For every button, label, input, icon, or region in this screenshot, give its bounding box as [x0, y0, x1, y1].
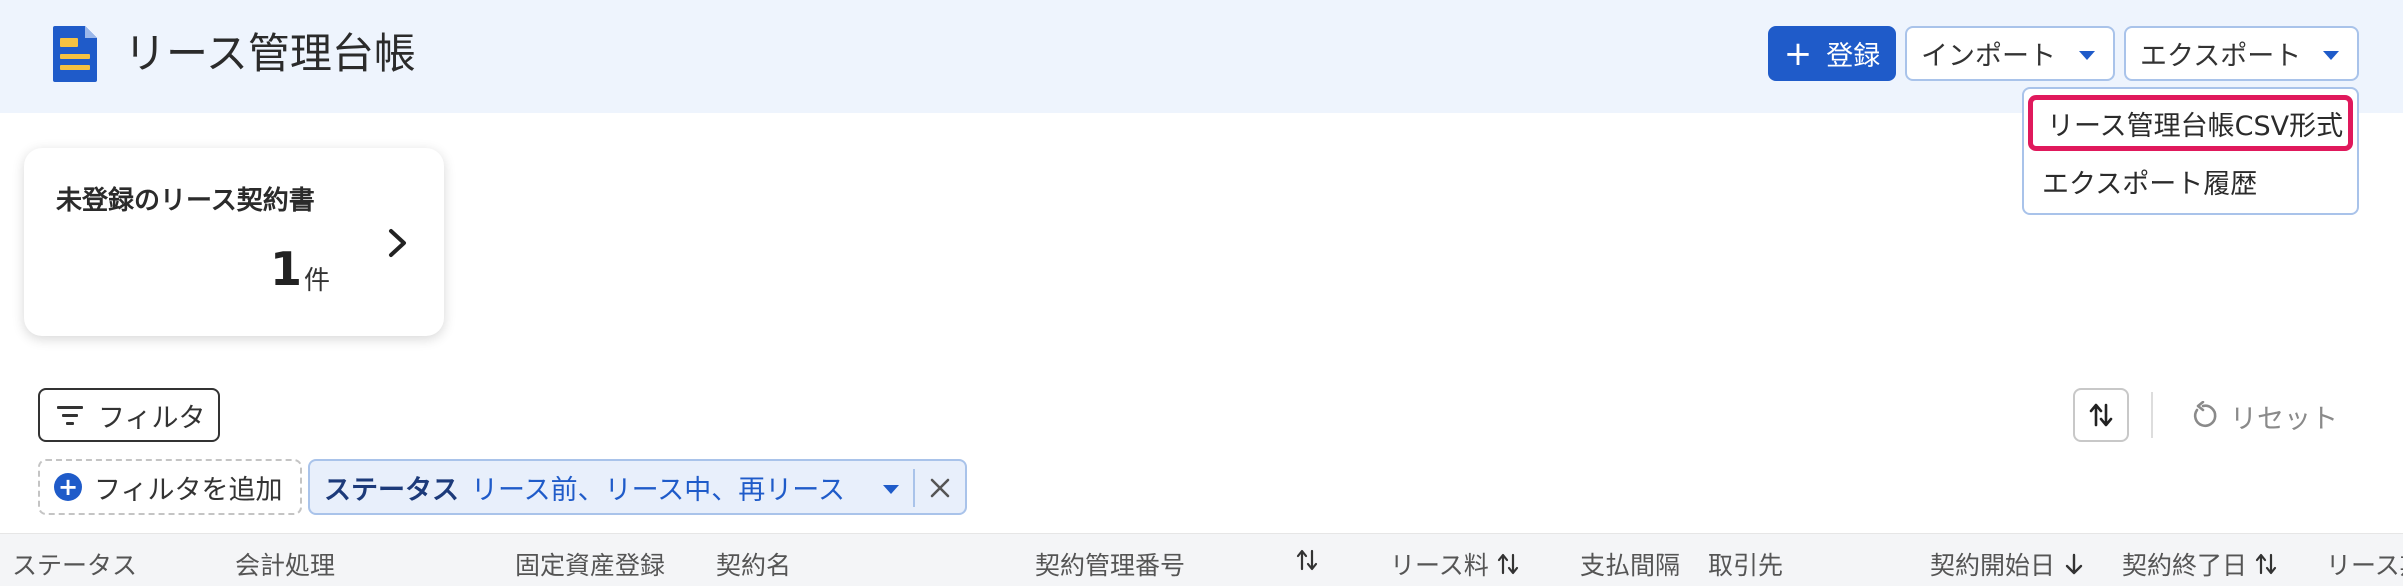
toolbar-divider — [2151, 392, 2153, 438]
sort-arrows-icon[interactable] — [1296, 548, 1318, 572]
reset-button[interactable]: リセット — [2188, 394, 2338, 438]
card-unit: 件 — [304, 266, 331, 296]
column-header-label: 取引先 — [1708, 551, 1784, 580]
import-button-label: インポート — [1921, 41, 2056, 72]
card-title: 未登録のリース契約書 — [56, 186, 315, 216]
chip-caret-down-icon[interactable] — [883, 485, 899, 494]
export-button[interactable]: エクスポート — [2124, 26, 2359, 81]
sort-arrows-icon — [2255, 553, 2277, 575]
column-header-label: ステータス — [12, 551, 138, 580]
reset-button-label: リセット — [2230, 403, 2338, 435]
add-filter-label: フィルタを追加 — [94, 474, 283, 506]
page-title: リース管理台帳 — [124, 29, 416, 78]
column-header-status[interactable]: ステータス — [12, 546, 137, 582]
column-header-label: 契約管理番号 — [1035, 551, 1186, 580]
chip-value: リース前、リース中、再リース — [471, 474, 845, 506]
table-header-row: ステータス 会計処理 固定資産登録 契約名 契約管理番号 リース料 支払間隔 取… — [0, 533, 2403, 586]
status-filter-chip[interactable]: ステータス リース前、リース中、再リース — [308, 459, 967, 515]
export-dropdown-menu: リース管理台帳CSV形式 エクスポート履歴 — [2022, 87, 2359, 215]
import-button[interactable]: インポート — [1905, 26, 2115, 81]
column-header-label: リース料 — [1390, 551, 1489, 580]
column-header-accounting[interactable]: 会計処理 — [235, 546, 335, 582]
column-header-lease-fee[interactable]: リース料 — [1390, 546, 1519, 582]
column-header-payment-interval[interactable]: 支払間隔 — [1580, 546, 1680, 582]
caret-down-icon — [2323, 51, 2339, 60]
chevron-right-icon — [389, 229, 406, 257]
filter-button-label: フィルタ — [98, 402, 206, 434]
filter-icon — [57, 406, 83, 425]
register-button-label: 登録 — [1826, 41, 1881, 72]
arrow-down-icon — [2065, 553, 2083, 575]
column-header-label: 支払間隔 — [1580, 551, 1681, 580]
document-icon — [53, 26, 97, 82]
column-header-label: 固定資産登録 — [515, 551, 666, 580]
column-header-label: リース期 — [2326, 551, 2403, 580]
sort-button[interactable] — [2073, 388, 2129, 442]
export-button-label: エクスポート — [2140, 41, 2302, 72]
column-header-label: 契約名 — [716, 551, 792, 580]
filter-button[interactable]: フィルタ — [38, 388, 220, 442]
column-header-fixed-asset[interactable]: 固定資産登録 — [515, 546, 665, 582]
column-header-start-date[interactable]: 契約開始日 — [1930, 546, 2085, 582]
add-filter-button[interactable]: + フィルタを追加 — [38, 459, 302, 515]
chip-key: ステータス — [324, 474, 459, 506]
column-header-lease-term[interactable]: リース期 — [2326, 546, 2403, 582]
plus-icon: + — [1783, 33, 1813, 74]
menu-item-export-history[interactable]: エクスポート履歴 — [2024, 153, 2357, 209]
column-header-contract-name[interactable]: 契約名 — [716, 546, 791, 582]
column-header-label: 会計処理 — [235, 551, 336, 580]
column-header-counterparty[interactable]: 取引先 — [1708, 546, 1783, 582]
chip-divider — [913, 469, 915, 507]
column-header-label: 契約終了日 — [2122, 551, 2248, 580]
menu-item-lease-ledger-csv[interactable]: リース管理台帳CSV形式 — [2028, 95, 2353, 151]
sort-arrows-icon — [2089, 403, 2113, 427]
register-button[interactable]: + 登録 — [1768, 26, 1896, 81]
plus-circle-icon: + — [54, 473, 82, 501]
column-header-contract-number[interactable]: 契約管理番号 — [1035, 546, 1185, 582]
column-header-label: 契約開始日 — [1930, 551, 2056, 580]
card-count: 1 — [270, 242, 303, 296]
reset-icon — [2193, 401, 2217, 428]
caret-down-icon — [2079, 51, 2095, 60]
close-icon[interactable] — [927, 475, 953, 501]
unregistered-contracts-card[interactable]: 未登録のリース契約書 1 件 — [24, 148, 444, 336]
column-header-end-date[interactable]: 契約終了日 — [2122, 546, 2277, 582]
sort-arrows-icon — [1497, 553, 1518, 575]
